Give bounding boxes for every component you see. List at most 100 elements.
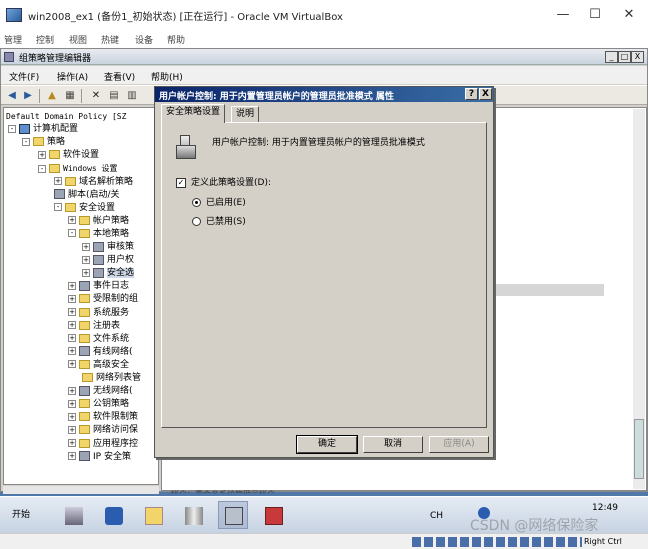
apply-button[interactable]: 应用(A) [429,436,489,453]
maximize-button[interactable]: ☐ [580,6,610,24]
tree-root[interactable]: Default Domain Policy [SZ [6,110,126,123]
expand-icon[interactable]: + [68,439,76,447]
tree-node[interactable]: + 注册表 [68,320,120,333]
taskbar-explorer[interactable] [138,501,168,529]
expand-icon[interactable]: + [38,150,46,159]
minimize-button[interactable]: — [548,6,578,24]
taskbar-toolbox[interactable] [258,501,288,529]
expand-icon[interactable]: + [68,452,76,461]
forward-icon[interactable]: ▶ [21,89,35,102]
taskbar-gpme[interactable] [218,501,248,529]
tree-node[interactable]: + 审核策 [82,241,134,254]
clock[interactable]: 12:49 [592,503,618,513]
tree-node[interactable]: + 软件限制策 [68,411,138,424]
cancel-button[interactable]: 取消 [363,436,423,453]
menu-devices[interactable]: 设备 [135,33,153,46]
disabled-radio[interactable]: 已禁用(S) [192,214,246,227]
tree-node[interactable]: + 软件设置 [38,149,99,162]
radio-dot[interactable] [192,217,201,226]
expand-icon[interactable]: + [54,177,62,185]
expand-icon[interactable]: + [68,347,76,356]
menu-action[interactable]: 操作(A) [57,70,88,83]
tree-node[interactable]: + 安全选 [82,267,135,280]
gpme-close-button[interactable]: X [631,51,644,63]
define-policy-checkbox[interactable]: ✓ 定义此策略设置(D): [176,175,271,188]
expand-icon[interactable]: + [68,412,76,421]
enabled-radio[interactable]: 已启用(E) [192,195,246,208]
tree-node[interactable]: + 无线网络( [68,385,133,398]
tree-node[interactable]: + 系统服务 [68,307,129,320]
tree-node[interactable]: + 用户权 [82,254,134,267]
menu-help-gpme[interactable]: 帮助(H) [151,70,183,83]
tree-node[interactable]: + 公钥策略 [68,398,129,411]
back-icon[interactable]: ◀ [5,89,19,102]
tree-node[interactable]: + 高级安全 [68,359,129,372]
tree-node[interactable]: - 计算机配置 [8,123,78,136]
help-button[interactable]: ? [465,88,478,100]
expand-icon[interactable]: + [68,294,76,303]
tree-node[interactable]: + 受限制的组 [68,293,138,306]
ok-button[interactable]: 确定 [296,435,358,454]
tree-node[interactable]: - 策略 [22,136,65,149]
gpme-maximize-button[interactable]: □ [618,51,631,63]
dialog-close-button[interactable]: X [479,88,492,100]
expand-icon[interactable]: + [68,360,76,369]
details-vertical-scrollbar[interactable] [633,109,645,489]
tree-node[interactable]: + IP 安全策 [68,451,131,464]
checkbox-box[interactable]: ✓ [176,177,186,188]
tree-node[interactable]: + 事件日志 [68,280,129,293]
expand-icon[interactable]: + [68,334,76,343]
collapse-icon[interactable]: - [38,164,46,173]
taskbar-admin-tools[interactable] [178,501,208,529]
up-folder-icon[interactable]: ▲ [45,89,59,102]
tab-security-policy-setting[interactable]: 安全策略设置 [161,104,226,123]
delete-icon[interactable]: ✕ [89,89,103,102]
collapse-icon[interactable]: - [22,137,30,146]
menu-hotkeys[interactable]: 热键 [101,33,119,46]
expand-icon[interactable]: + [68,216,76,225]
menu-file[interactable]: 文件(F) [9,70,39,83]
tree-node[interactable]: + 有线网络( [68,346,133,359]
expand-icon[interactable]: + [68,399,76,408]
close-button[interactable]: ✕ [614,6,644,24]
tree-node[interactable]: + 网络访问保 [68,424,138,437]
tree-node[interactable]: - 本地策略 [68,228,129,241]
tree-node[interactable]: + 应用程序控 [68,438,138,451]
collapse-icon[interactable]: - [54,203,62,212]
show-tree-icon[interactable]: ▦ [63,89,77,102]
expand-icon[interactable]: + [68,321,76,330]
expand-icon[interactable]: + [68,425,76,434]
menu-help[interactable]: 帮助 [167,33,185,46]
tree-node[interactable]: + 域名解析策略 [54,176,133,189]
tree-node[interactable]: - Windows 设置 [38,162,118,175]
collapse-icon[interactable]: - [68,229,76,238]
tree-node[interactable]: + 帐户策略 [68,215,129,228]
tree-horizontal-scrollbar[interactable] [3,486,159,494]
export-icon[interactable]: ▥ [125,89,139,102]
menu-control[interactable]: 控制 [36,33,54,46]
tree-node[interactable]: 网络列表管 [82,372,141,385]
start-button[interactable]: 开始 [2,503,40,527]
expand-icon[interactable]: + [68,308,76,316]
tree-node[interactable]: + 文件系统 [68,333,129,346]
properties-icon[interactable]: ▤ [107,89,121,102]
expand-icon[interactable]: + [68,386,76,395]
menu-manage[interactable]: 管理 [4,33,22,46]
gpme-minimize-button[interactable]: _ [605,51,618,63]
tree-node[interactable]: 脚本(启动/关 [54,189,120,202]
tree-node[interactable]: - 安全设置 [54,202,115,215]
radio-dot[interactable] [192,198,201,207]
menu-view-gpme[interactable]: 查看(V) [104,70,135,83]
device-status-icons[interactable] [412,537,582,547]
expand-icon[interactable]: + [82,242,90,251]
language-indicator[interactable]: CH [430,511,443,521]
scroll-thumb[interactable] [634,419,644,479]
taskbar-powershell[interactable] [98,501,128,529]
expand-icon[interactable]: + [68,281,76,290]
expand-icon[interactable]: + [82,255,90,264]
collapse-icon[interactable]: - [8,124,16,133]
menu-view[interactable]: 视图 [69,33,87,46]
tab-explain[interactable]: 说明 [231,106,260,122]
taskbar-server-manager[interactable] [58,501,88,529]
expand-icon[interactable]: + [82,268,90,277]
